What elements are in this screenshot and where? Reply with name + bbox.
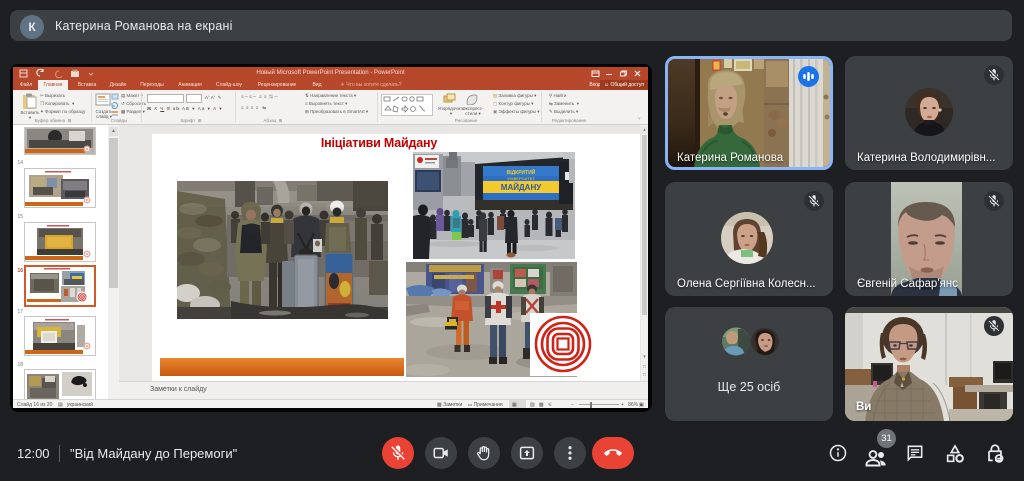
svg-text:МАЙДАНУ: МАЙДАНУ <box>501 183 542 192</box>
svg-text:ВІДКРИТИЙ: ВІДКРИТИЙ <box>507 168 536 176</box>
svg-text:УНІВЕРСИТЕТ: УНІВЕРСИТЕТ <box>507 176 535 181</box>
